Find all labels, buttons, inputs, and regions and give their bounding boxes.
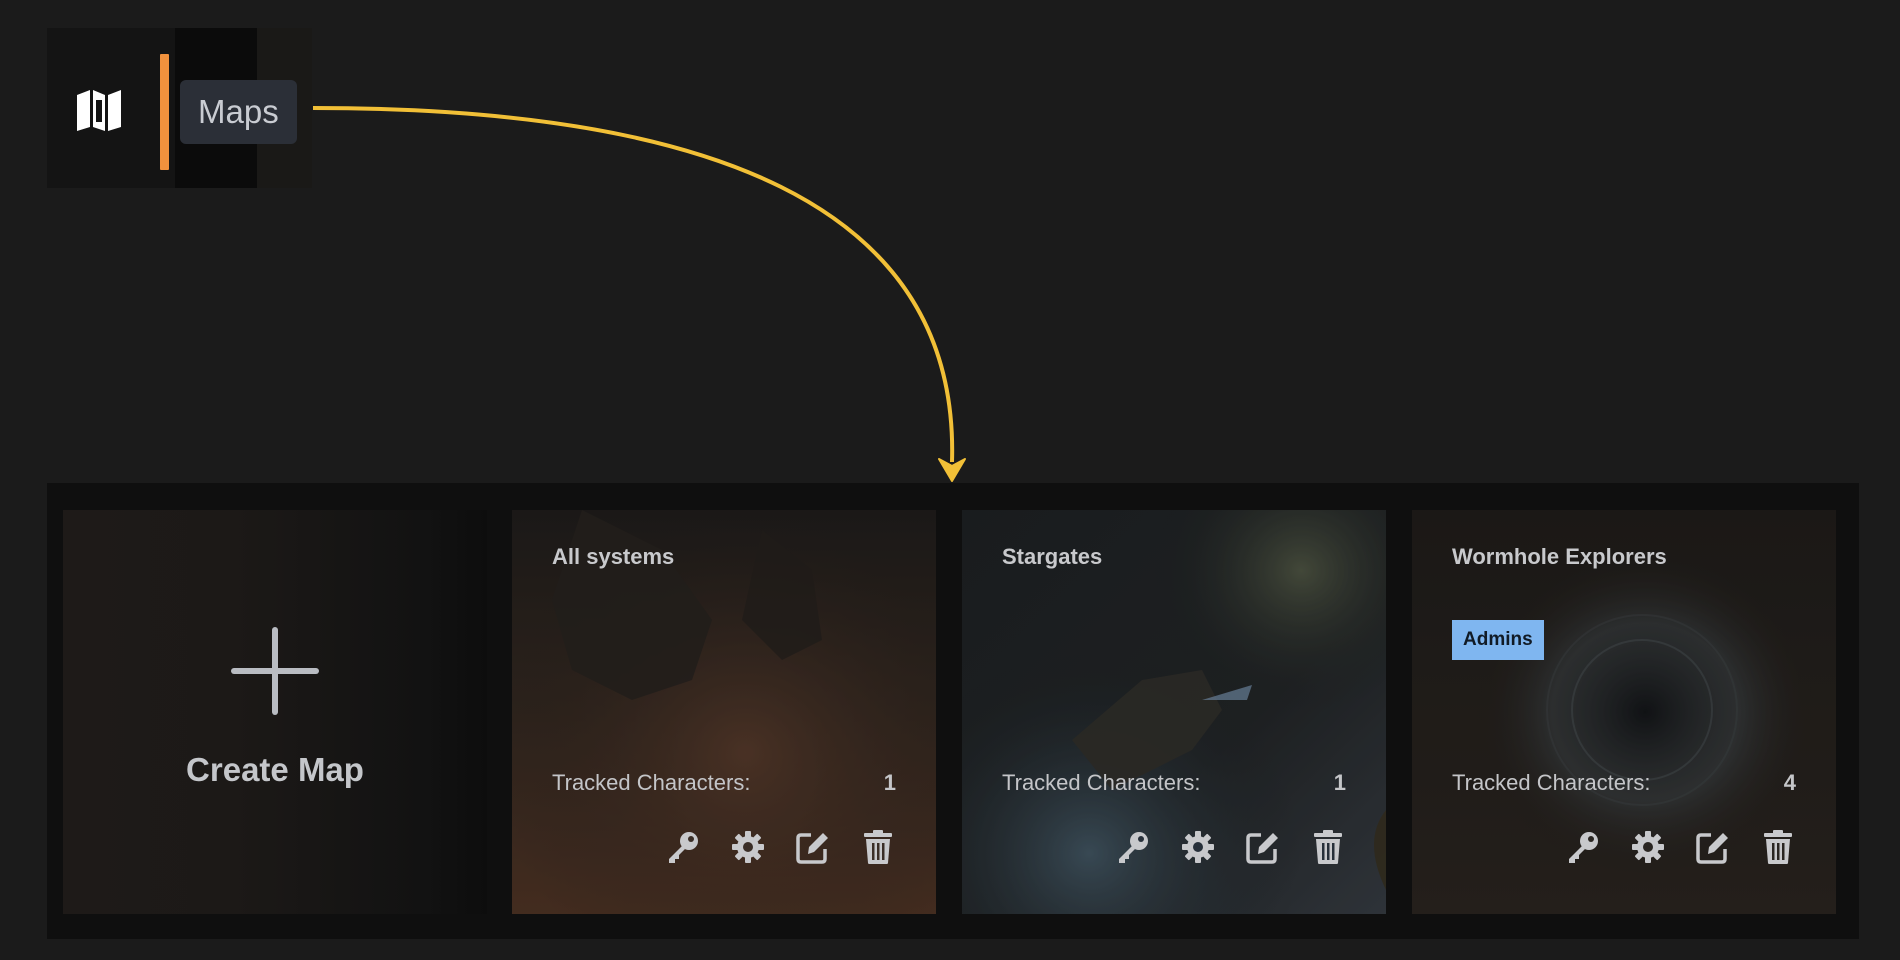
plus-icon [231,627,319,715]
delete-button[interactable] [860,828,896,866]
map-card-wormhole-explorers[interactable]: Wormhole Explorers Admins Tracked Charac… [1412,510,1836,914]
tracked-characters-label: Tracked Characters: [552,770,751,795]
map-actions [1565,828,1796,866]
map-title: All systems [552,544,675,569]
tracked-characters-label: Tracked Characters: [1002,770,1201,795]
access-button[interactable] [1565,828,1601,866]
settings-button[interactable] [1630,828,1666,866]
create-map-card[interactable]: Create Map [63,510,487,914]
edit-icon [1696,833,1728,864]
tracked-characters-count: 1 [1333,770,1346,795]
map-title: Stargates [1002,544,1103,569]
settings-button[interactable] [1180,828,1216,866]
access-button[interactable] [665,828,701,866]
create-map-label: Create Map [186,751,364,788]
tracked-characters-count: 4 [1783,770,1796,795]
tracked-characters-count: 1 [883,770,896,795]
settings-button[interactable] [730,828,766,866]
edit-icon [1246,833,1278,864]
map-title: Wormhole Explorers [1452,544,1667,569]
access-group-badge: Admins [1452,620,1544,660]
map-card-stargates[interactable]: Stargates Tracked Characters: 1 [962,510,1386,914]
trash-icon [864,830,892,864]
maps-panel: Create Map All systems Tracked Character… [47,483,1859,939]
map-actions [665,828,896,866]
trash-icon [1314,830,1342,864]
key-icon [1119,832,1148,863]
access-button[interactable] [1115,828,1151,866]
edit-button[interactable] [1245,828,1281,866]
edit-button[interactable] [795,828,831,866]
gear-icon [732,831,764,863]
map-actions [1115,828,1346,866]
gear-icon [1182,831,1214,863]
trash-icon [1764,830,1792,864]
key-icon [1569,832,1598,863]
edit-icon [796,833,828,864]
edit-button[interactable] [1695,828,1731,866]
map-card-all-systems[interactable]: All systems Tracked Characters: 1 [512,510,936,914]
key-icon [669,832,698,863]
delete-button[interactable] [1760,828,1796,866]
tracked-characters-label: Tracked Characters: [1452,770,1651,795]
delete-button[interactable] [1310,828,1346,866]
gear-icon [1632,831,1664,863]
